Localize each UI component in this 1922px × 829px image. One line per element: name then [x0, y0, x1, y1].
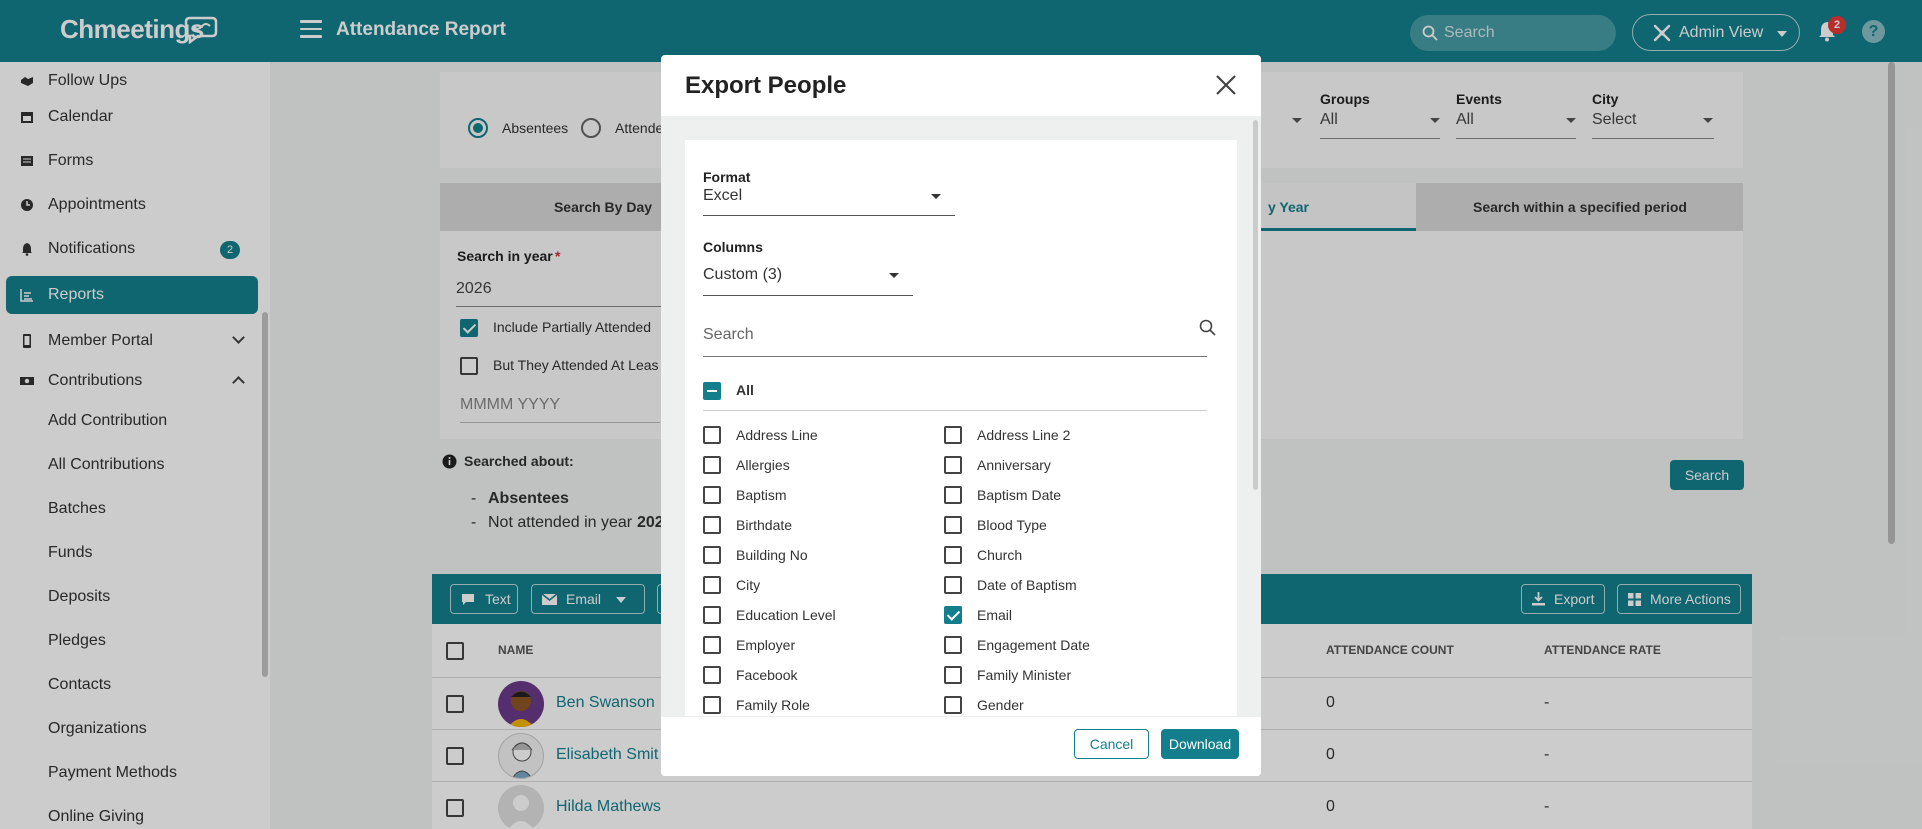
all-divider — [703, 410, 1207, 411]
column-option-label: Family Minister — [977, 667, 1072, 683]
column-option-label: Education Level — [736, 607, 836, 623]
column-option-checkbox[interactable] — [944, 516, 962, 534]
search-underline — [703, 356, 1207, 357]
column-option-label: Address Line 2 — [977, 427, 1071, 443]
column-option-checkbox[interactable] — [703, 486, 721, 504]
format-label: Format — [703, 169, 751, 185]
dialog-title: Export People — [685, 72, 847, 99]
close-icon[interactable] — [1214, 73, 1238, 97]
column-option-checkbox[interactable] — [703, 636, 721, 654]
column-option-label: Birthdate — [736, 517, 793, 533]
column-option-checkbox[interactable] — [703, 606, 721, 624]
select-all-label: All — [736, 382, 754, 398]
select-all-columns-checkbox[interactable] — [703, 382, 721, 400]
column-option-checkbox[interactable] — [703, 696, 721, 714]
column-option-label: Engagement Date — [977, 637, 1090, 653]
columns-underline — [703, 295, 913, 296]
format-underline — [703, 215, 955, 216]
column-option-label: Date of Baptism — [977, 577, 1077, 593]
column-option-label: Baptism Date — [977, 487, 1062, 503]
column-option-label: Family Role — [736, 697, 810, 713]
dialog-scrollbar[interactable] — [1253, 120, 1258, 490]
column-option-checkbox[interactable] — [944, 486, 962, 504]
column-option-checkbox[interactable] — [944, 456, 962, 474]
column-option-label: Email — [977, 607, 1013, 623]
download-button[interactable]: Download — [1161, 729, 1239, 759]
columns-select[interactable]: Custom (3) — [703, 266, 782, 284]
caret-down-icon — [889, 273, 899, 278]
column-option-label: Baptism — [736, 487, 787, 503]
caret-down-icon — [931, 194, 941, 199]
column-option-checkbox[interactable] — [944, 696, 962, 714]
column-option-checkbox[interactable] — [703, 666, 721, 684]
column-option-checkbox[interactable] — [944, 636, 962, 654]
column-option-label: Employer — [736, 637, 796, 653]
column-option-label: Building No — [736, 547, 808, 563]
column-option-checkbox[interactable] — [703, 546, 721, 564]
column-option-label: Gender — [977, 697, 1024, 713]
column-option-checkbox[interactable] — [944, 666, 962, 684]
search-icon[interactable] — [1199, 319, 1216, 336]
column-option-checkbox[interactable] — [703, 456, 721, 474]
columns-label: Columns — [703, 239, 763, 255]
column-option-label: City — [736, 577, 761, 593]
cancel-button[interactable]: Cancel — [1074, 729, 1149, 759]
column-option-checkbox[interactable] — [944, 576, 962, 594]
columns-search-input[interactable]: Search — [703, 326, 754, 344]
column-option-checkbox[interactable] — [944, 606, 962, 624]
column-option-label: Address Line — [736, 427, 818, 443]
column-option-checkbox[interactable] — [944, 426, 962, 444]
export-people-dialog: Export People Format Excel Columns Custo… — [661, 55, 1261, 776]
dialog-footer: Cancel Download — [661, 716, 1261, 776]
column-option-label: Anniversary — [977, 457, 1051, 473]
format-select[interactable]: Excel — [703, 187, 742, 205]
column-option-checkbox[interactable] — [944, 546, 962, 564]
column-option-label: Blood Type — [977, 517, 1047, 533]
column-option-label: Allergies — [736, 457, 790, 473]
column-option-label: Facebook — [736, 667, 798, 683]
column-option-label: Church — [977, 547, 1023, 563]
export-form: Format Excel Columns Custom (3) Search A… — [685, 140, 1237, 726]
column-option-checkbox[interactable] — [703, 516, 721, 534]
column-option-checkbox[interactable] — [703, 576, 721, 594]
column-option-checkbox[interactable] — [703, 426, 721, 444]
